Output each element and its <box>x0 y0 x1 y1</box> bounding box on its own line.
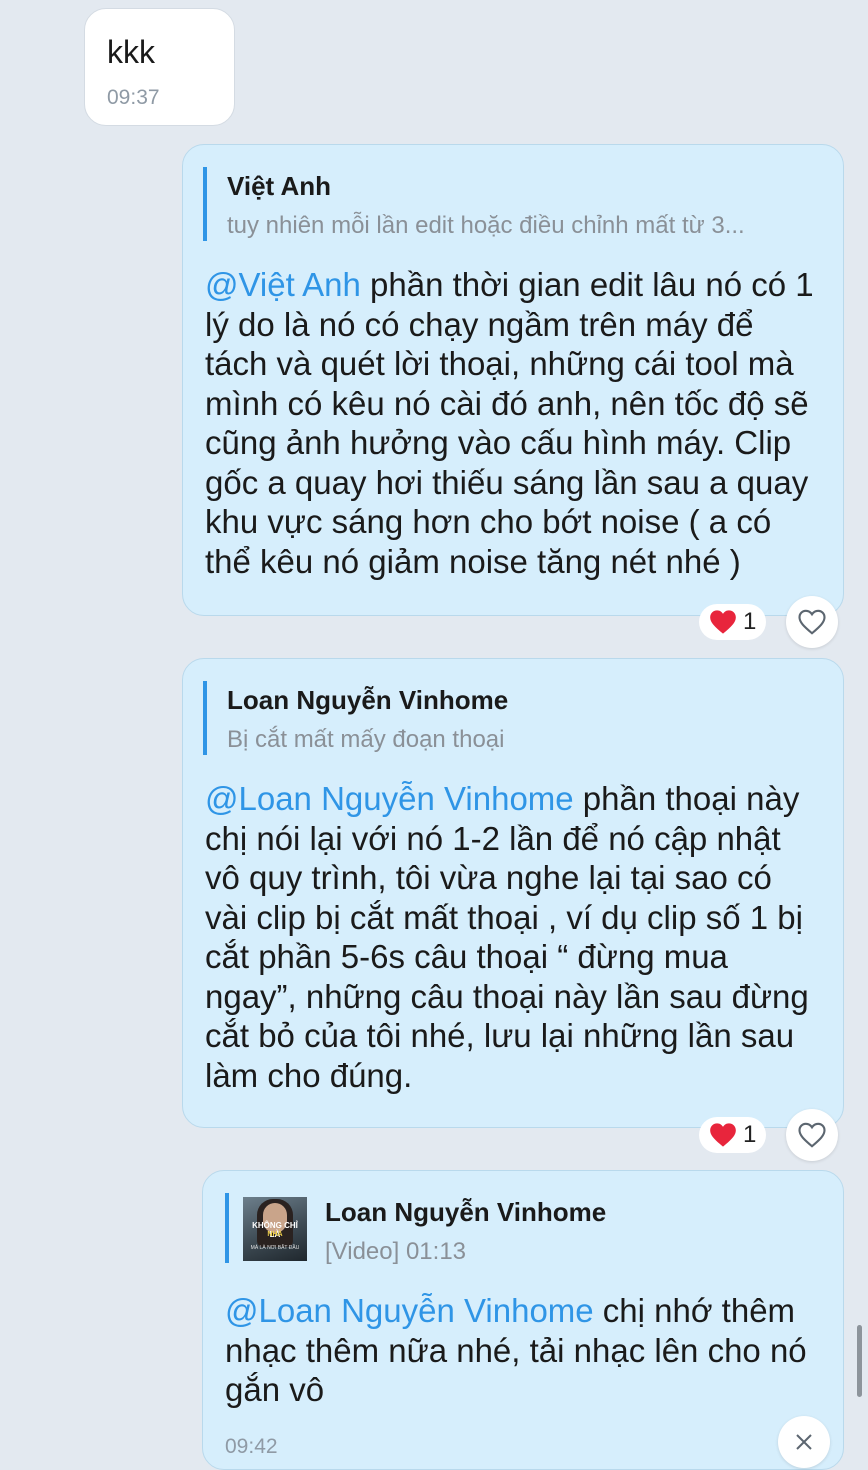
message-time: 09:37 <box>107 86 160 109</box>
quoted-preview: tuy nhiên mỗi lần edit hoặc điều chỉnh m… <box>227 212 745 239</box>
text-line: cũng ảnh hưởng vào cấu hình máy. Clip <box>205 424 792 461</box>
heart-outline-icon <box>798 1122 826 1148</box>
quoted-sender-name: Loan Nguyễn Vinhome <box>227 685 509 715</box>
quoted-sender-name: Việt Anh <box>227 171 332 201</box>
mention-link[interactable]: @Loan Nguyễn Vinhome <box>225 1292 594 1329</box>
text-line: chị nhớ thêm <box>593 1292 796 1329</box>
text-line: làm cho đúng. <box>205 1056 413 1094</box>
text-line: lý do là nó có chạy ngầm trên máy để <box>205 305 754 343</box>
text-line: phần thoại này <box>573 780 800 817</box>
text-line: nhạc thêm nữa nhé, tải nhạc lên cho nó <box>225 1331 807 1369</box>
text-line: vài clip bị cắt mất thoại , ví dụ clip s… <box>205 898 803 936</box>
video-thumbnail[interactable]: KHÔNG CHỈ LÀ NHÀ MÀ LÀ NƠI BẮT ĐẦU <box>243 1197 307 1261</box>
text-line: chị nói lại với nó 1-2 lần để nó cập nhậ… <box>205 819 781 857</box>
reaction-badge[interactable]: 1 <box>699 1117 767 1153</box>
reaction-count: 1 <box>743 1121 757 1148</box>
text-line: thể kêu nó giảm noise tăng nét nhé ) <box>205 542 741 580</box>
mention-link[interactable]: @Việt Anh <box>205 266 361 303</box>
message-bubble-outgoing[interactable]: KHÔNG CHỈ LÀ NHÀ MÀ LÀ NƠI BẮT ĐẦU Loan … <box>202 1170 844 1470</box>
text-line: gắn vô <box>225 1371 325 1408</box>
thumbnail-caption: MÀ LÀ NƠI BẮT ĐẦU <box>250 1245 300 1251</box>
reaction-badge[interactable]: 1 <box>699 604 767 640</box>
quoted-message[interactable]: Việt Anh tuy nhiên mỗi lần edit hoặc điề… <box>203 167 813 241</box>
quoted-preview: [Video] 01:13 <box>325 1238 467 1265</box>
text-line: cắt phần 5-6s câu thoại “ đừng mua <box>205 938 728 975</box>
text-line: khu vực sáng hơn cho bớt noise ( a có <box>205 503 772 540</box>
message-text: @Loan Nguyễn Vinhome phần thoại này chị … <box>205 779 835 1095</box>
text-line: gốc a quay hơi thiếu sáng lần sau a quay <box>205 463 809 501</box>
react-button[interactable] <box>778 1416 830 1468</box>
reaction-count: 1 <box>743 608 757 635</box>
heart-outline-icon <box>798 609 826 635</box>
quoted-preview: Bị cắt mất mấy đoạn thoại <box>227 726 505 753</box>
scrollbar[interactable] <box>857 1325 862 1397</box>
message-text: kkk <box>107 34 155 70</box>
text-line: phần thời gian edit lâu nó có 1 <box>360 266 814 303</box>
heart-icon <box>710 610 736 634</box>
quoted-sender-name: Loan Nguyễn Vinhome <box>325 1197 607 1227</box>
thumbnail-caption: NHÀ <box>267 1231 283 1238</box>
message-bubble-incoming[interactable]: kkk 09:37 <box>84 8 235 126</box>
text-line: ngay”, những câu thoại này lần sau đừng <box>205 977 809 1015</box>
text-line: vô quy trình, tôi vừa nghe lại tại sao c… <box>205 859 772 896</box>
text-line: mình có kêu nó cài đó anh, nên tốc độ sẽ <box>205 384 809 422</box>
react-button[interactable] <box>786 596 838 648</box>
message-text: @Việt Anh phần thời gian edit lâu nó có … <box>205 265 835 581</box>
quoted-message[interactable]: Loan Nguyễn Vinhome Bị cắt mất mấy đoạn … <box>203 681 813 755</box>
heart-icon <box>710 1123 736 1147</box>
text-line: cắt bỏ của tôi nhé, lưu lại những lần sa… <box>205 1017 795 1054</box>
react-button[interactable] <box>786 1109 838 1161</box>
close-icon <box>796 1434 812 1450</box>
quoted-message[interactable]: KHÔNG CHỈ LÀ NHÀ MÀ LÀ NƠI BẮT ĐẦU Loan … <box>225 1193 815 1265</box>
message-text: @Loan Nguyễn Vinhome chị nhớ thêm nhạc t… <box>225 1291 835 1410</box>
mention-link[interactable]: @Loan Nguyễn Vinhome <box>205 780 574 817</box>
message-time: 09:42 <box>225 1435 278 1458</box>
message-bubble-outgoing[interactable]: Việt Anh tuy nhiên mỗi lần edit hoặc điề… <box>182 144 844 616</box>
text-line: tách và quét lời thoại, những cái tool m… <box>205 345 794 382</box>
message-bubble-outgoing[interactable]: Loan Nguyễn Vinhome Bị cắt mất mấy đoạn … <box>182 658 844 1128</box>
